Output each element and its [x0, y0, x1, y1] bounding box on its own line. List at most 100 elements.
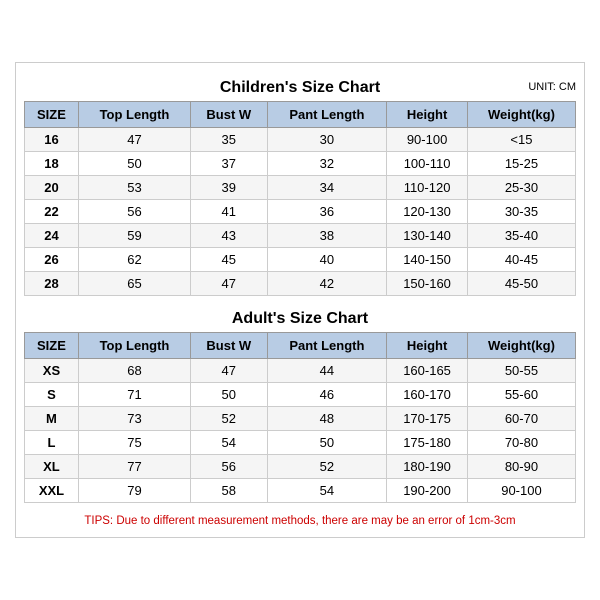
- adult-col-size: SIZE: [25, 333, 79, 359]
- children-section-title: Children's Size Chart UNIT: CM: [24, 73, 576, 101]
- table-cell: 30: [267, 128, 387, 152]
- table-cell: 50: [267, 431, 387, 455]
- table-cell: 28: [25, 272, 79, 296]
- table-cell: 180-190: [387, 455, 468, 479]
- table-cell: 40-45: [467, 248, 575, 272]
- table-cell: 30-35: [467, 200, 575, 224]
- table-cell: 50: [191, 383, 268, 407]
- table-cell: 25-30: [467, 176, 575, 200]
- table-cell: 90-100: [387, 128, 468, 152]
- table-row: XL775652180-19080-90: [25, 455, 576, 479]
- table-cell: L: [25, 431, 79, 455]
- table-row: 1647353090-100<15: [25, 128, 576, 152]
- table-cell: 130-140: [387, 224, 468, 248]
- table-cell: 65: [78, 272, 190, 296]
- children-col-size: SIZE: [25, 102, 79, 128]
- table-cell: 50-55: [467, 359, 575, 383]
- unit-label: UNIT: CM: [528, 81, 576, 93]
- children-col-height: Height: [387, 102, 468, 128]
- table-cell: XS: [25, 359, 79, 383]
- table-cell: 20: [25, 176, 79, 200]
- table-cell: XXL: [25, 479, 79, 503]
- table-cell: 52: [191, 407, 268, 431]
- table-row: 28654742150-16045-50: [25, 272, 576, 296]
- table-cell: 48: [267, 407, 387, 431]
- table-cell: 26: [25, 248, 79, 272]
- table-cell: 37: [191, 152, 268, 176]
- children-col-bust-w: Bust W: [191, 102, 268, 128]
- table-cell: 24: [25, 224, 79, 248]
- table-cell: 32: [267, 152, 387, 176]
- table-cell: 18: [25, 152, 79, 176]
- children-col-pant-length: Pant Length: [267, 102, 387, 128]
- table-cell: 77: [78, 455, 190, 479]
- chart-container: Children's Size Chart UNIT: CM SIZE Top …: [15, 62, 585, 538]
- table-row: 22564136120-13030-35: [25, 200, 576, 224]
- table-cell: 150-160: [387, 272, 468, 296]
- table-cell: 35-40: [467, 224, 575, 248]
- table-cell: 110-120: [387, 176, 468, 200]
- table-cell: 170-175: [387, 407, 468, 431]
- table-cell: <15: [467, 128, 575, 152]
- table-cell: 52: [267, 455, 387, 479]
- table-row: M735248170-17560-70: [25, 407, 576, 431]
- table-cell: 55-60: [467, 383, 575, 407]
- table-cell: 36: [267, 200, 387, 224]
- adult-size-table: SIZE Top Length Bust W Pant Length Heigh…: [24, 332, 576, 503]
- table-cell: 59: [78, 224, 190, 248]
- table-cell: 140-150: [387, 248, 468, 272]
- table-row: 26624540140-15040-45: [25, 248, 576, 272]
- table-cell: 50: [78, 152, 190, 176]
- table-cell: 62: [78, 248, 190, 272]
- table-cell: 22: [25, 200, 79, 224]
- table-cell: 58: [191, 479, 268, 503]
- children-col-top-length: Top Length: [78, 102, 190, 128]
- table-row: 20533934110-12025-30: [25, 176, 576, 200]
- table-cell: 120-130: [387, 200, 468, 224]
- table-cell: 190-200: [387, 479, 468, 503]
- adult-col-top-length: Top Length: [78, 333, 190, 359]
- table-cell: 34: [267, 176, 387, 200]
- table-cell: 40: [267, 248, 387, 272]
- table-cell: 47: [191, 272, 268, 296]
- table-cell: 35: [191, 128, 268, 152]
- table-cell: 44: [267, 359, 387, 383]
- table-cell: 56: [78, 200, 190, 224]
- table-cell: 90-100: [467, 479, 575, 503]
- table-cell: 73: [78, 407, 190, 431]
- children-title-text: Children's Size Chart: [220, 79, 380, 96]
- children-col-weight: Weight(kg): [467, 102, 575, 128]
- table-cell: 54: [191, 431, 268, 455]
- table-cell: 38: [267, 224, 387, 248]
- table-cell: 45: [191, 248, 268, 272]
- adult-header-row: SIZE Top Length Bust W Pant Length Heigh…: [25, 333, 576, 359]
- table-row: S715046160-17055-60: [25, 383, 576, 407]
- table-cell: 54: [267, 479, 387, 503]
- table-cell: 41: [191, 200, 268, 224]
- table-cell: 39: [191, 176, 268, 200]
- adult-col-height: Height: [387, 333, 468, 359]
- table-row: L755450175-18070-80: [25, 431, 576, 455]
- table-cell: 70-80: [467, 431, 575, 455]
- table-cell: S: [25, 383, 79, 407]
- table-cell: M: [25, 407, 79, 431]
- table-cell: 160-165: [387, 359, 468, 383]
- table-cell: 53: [78, 176, 190, 200]
- adult-col-bust-w: Bust W: [191, 333, 268, 359]
- table-cell: 75: [78, 431, 190, 455]
- table-cell: 16: [25, 128, 79, 152]
- adult-title-text: Adult's Size Chart: [232, 310, 368, 327]
- table-cell: 47: [78, 128, 190, 152]
- table-cell: 60-70: [467, 407, 575, 431]
- table-cell: 79: [78, 479, 190, 503]
- table-row: XS684744160-16550-55: [25, 359, 576, 383]
- table-row: 24594338130-14035-40: [25, 224, 576, 248]
- table-cell: 100-110: [387, 152, 468, 176]
- adult-col-weight: Weight(kg): [467, 333, 575, 359]
- children-header-row: SIZE Top Length Bust W Pant Length Heigh…: [25, 102, 576, 128]
- table-row: 18503732100-11015-25: [25, 152, 576, 176]
- adult-section-title: Adult's Size Chart: [24, 302, 576, 332]
- adult-col-pant-length: Pant Length: [267, 333, 387, 359]
- table-cell: 175-180: [387, 431, 468, 455]
- table-cell: 15-25: [467, 152, 575, 176]
